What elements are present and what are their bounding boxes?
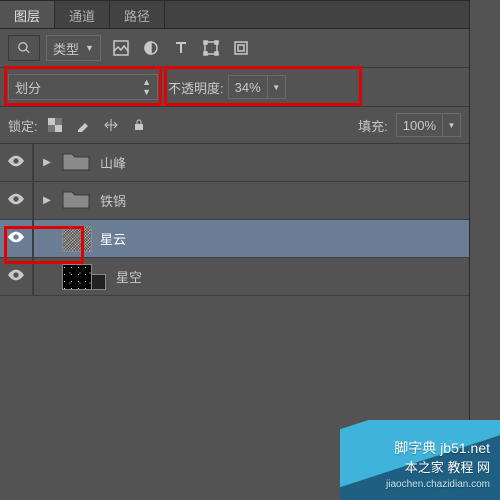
layer-name[interactable]: 铁锅 — [100, 191, 126, 210]
layer-list: ▶ 山峰 ▶ 铁锅 星云 星空 — [0, 144, 469, 296]
layer-name[interactable]: 星云 — [100, 229, 126, 248]
visibility-toggle-icon[interactable] — [8, 155, 24, 170]
opacity-value: 34% — [229, 80, 267, 95]
panel-tabs: 图层 通道 路径 — [0, 1, 469, 29]
smart-object-filter-icon[interactable] — [231, 38, 251, 58]
chevron-down-icon: ▼ — [85, 43, 94, 53]
fill-value: 100% — [397, 118, 442, 133]
watermark: 脚字典 jb51.net 本之家 教程 网 jiaochen.chazidian… — [340, 420, 500, 500]
tab-layers[interactable]: 图层 — [0, 1, 55, 28]
filter-row: 类型 ▼ — [0, 29, 469, 68]
adjustment-layer-filter-icon[interactable] — [141, 38, 161, 58]
search-icon[interactable] — [8, 35, 40, 61]
visibility-toggle-icon[interactable] — [8, 231, 24, 246]
layer-thumbnail[interactable] — [62, 264, 92, 290]
chevron-down-icon: ▲▼ — [142, 77, 151, 97]
layer-row[interactable]: 星空 — [0, 258, 469, 296]
fill-field[interactable]: 100% ▼ — [396, 113, 461, 137]
layer-row[interactable]: ▶ 山峰 — [0, 144, 469, 182]
lock-transparency-icon[interactable] — [46, 116, 64, 134]
layer-name[interactable]: 山峰 — [100, 153, 126, 172]
type-layer-filter-icon[interactable] — [171, 38, 191, 58]
pixel-layer-filter-icon[interactable] — [111, 38, 131, 58]
blend-mode-dropdown[interactable]: 划分 ▲▼ — [8, 74, 158, 100]
chevron-down-icon: ▼ — [267, 76, 285, 98]
filter-kind-label: 类型 — [53, 39, 79, 58]
lock-position-icon[interactable] — [102, 116, 120, 134]
layer-name[interactable]: 星空 — [116, 267, 142, 286]
lock-icons — [46, 116, 148, 134]
layer-row[interactable]: 星云 — [0, 220, 469, 258]
folder-icon — [62, 150, 92, 176]
layer-row[interactable]: ▶ 铁锅 — [0, 182, 469, 220]
visibility-toggle-icon[interactable] — [8, 269, 24, 284]
filter-type-icons — [111, 38, 251, 58]
tab-channels[interactable]: 通道 — [55, 1, 110, 28]
blend-mode-value: 划分 — [15, 78, 41, 97]
lock-all-icon[interactable] — [130, 116, 148, 134]
opacity-label: 不透明度: — [168, 78, 224, 97]
watermark-url: jiaochen.chazidian.com — [386, 479, 490, 490]
tab-paths[interactable]: 路径 — [110, 1, 165, 28]
chevron-down-icon: ▼ — [442, 114, 460, 136]
visibility-toggle-icon[interactable] — [8, 193, 24, 208]
lock-pixels-icon[interactable] — [74, 116, 92, 134]
opacity-group: 不透明度: 34% ▼ — [168, 75, 286, 99]
watermark-text: 脚字典 jb51.net — [394, 438, 490, 458]
layer-thumbnail[interactable] — [62, 226, 92, 252]
opacity-field[interactable]: 34% ▼ — [228, 75, 286, 99]
filter-kind-dropdown[interactable]: 类型 ▼ — [46, 35, 101, 61]
disclosure-triangle-icon[interactable]: ▶ — [38, 195, 56, 206]
folder-icon — [62, 188, 92, 214]
blend-row: 划分 ▲▼ 不透明度: 34% ▼ — [0, 68, 469, 107]
disclosure-triangle-icon[interactable]: ▶ — [38, 157, 56, 168]
fill-label: 填充: — [358, 116, 388, 135]
watermark-text: 本之家 教程 网 — [405, 457, 490, 476]
lock-label: 锁定: — [8, 116, 38, 135]
lock-row: 锁定: 填充: 100% ▼ — [0, 107, 469, 144]
shape-layer-filter-icon[interactable] — [201, 38, 221, 58]
